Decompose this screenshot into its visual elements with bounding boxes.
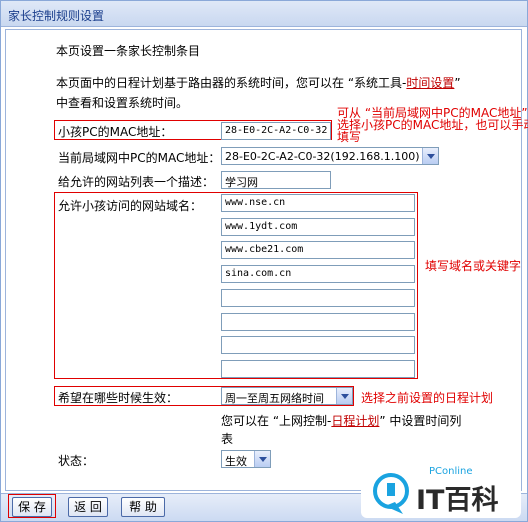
domains-annotation: 填写域名或关键字 xyxy=(425,259,522,273)
schedule-annotation: 选择之前设置的日程计划 xyxy=(361,391,494,405)
time-settings-link[interactable]: 时间设置 xyxy=(406,76,454,90)
lan-mac-value: 28-E0-2C-A2-C0-32(192.168.1.100) xyxy=(225,150,420,163)
watermark-brand-small: PConline xyxy=(429,466,473,477)
domain-input[interactable] xyxy=(221,360,415,378)
desc-line1: 本页面中的日程计划基于路由器的系统时间，您可以在 “系统工具-时间设置” xyxy=(56,76,461,90)
domain-input[interactable] xyxy=(221,289,415,307)
intro-text: 本页设置一条家长控制条目 xyxy=(56,44,201,58)
lan-mac-select[interactable]: 28-E0-2C-A2-C0-32(192.168.1.100) xyxy=(221,147,439,165)
domain-input[interactable]: sina.com.cn xyxy=(221,265,415,283)
dropdown-arrow-icon[interactable] xyxy=(336,388,352,404)
save-button[interactable]: 保 存 xyxy=(12,497,52,517)
lan-mac-label: 当前局域网中PC的MAC地址： xyxy=(58,151,221,165)
site-desc-label: 给允许的网站列表一个描述： xyxy=(58,175,215,189)
site-desc-input[interactable]: 学习网 xyxy=(221,171,331,189)
mac-annotation-line2: 选择小孩PC的MAC地址，也可以手动 xyxy=(337,118,528,132)
domain-input[interactable] xyxy=(221,336,415,354)
domain-input[interactable]: www.cbe21.com xyxy=(221,241,415,259)
dropdown-arrow-icon[interactable] xyxy=(422,148,438,164)
watermark-brand: IT百科 xyxy=(416,485,499,516)
schedule-plan-link[interactable]: 日程计划 xyxy=(331,414,379,428)
page-title: 家长控制规则设置 xyxy=(8,9,105,23)
domain-input[interactable]: www.1ydt.com xyxy=(221,218,415,236)
desc-line2: 中查看和设置系统时间。 xyxy=(56,96,189,110)
domains-label: 允许小孩访问的网站域名： xyxy=(58,199,203,213)
status-label: 状态： xyxy=(58,454,95,468)
domain-input[interactable]: www.nse.cn xyxy=(221,194,415,212)
schedule-label: 希望在哪些时候生效： xyxy=(58,391,179,405)
title-bar: 家长控制规则设置 xyxy=(1,1,527,27)
child-mac-input[interactable]: 28-E0-2C-A2-C0-32 xyxy=(221,122,331,140)
dropdown-arrow-icon[interactable] xyxy=(254,451,270,467)
child-mac-label: 小孩PC的MAC地址： xyxy=(58,125,173,139)
status-value: 生效 xyxy=(225,455,247,468)
schedule-hint-line1: 您可以在 “上网控制-日程计划” 中设置时间列 xyxy=(221,414,462,428)
status-select[interactable]: 生效 xyxy=(221,450,271,468)
schedule-hint-line2: 表 xyxy=(221,432,234,446)
help-button[interactable]: 帮 助 xyxy=(121,497,165,517)
mac-annotation-line3: 填写 xyxy=(337,130,362,144)
schedule-select[interactable]: 周一至周五网络时间 xyxy=(221,387,353,405)
schedule-value: 周一至周五网络时间 xyxy=(225,392,324,405)
back-button[interactable]: 返 回 xyxy=(68,497,108,517)
domain-input[interactable] xyxy=(221,313,415,331)
watermark-logo: PConline IT百科 xyxy=(361,458,521,518)
